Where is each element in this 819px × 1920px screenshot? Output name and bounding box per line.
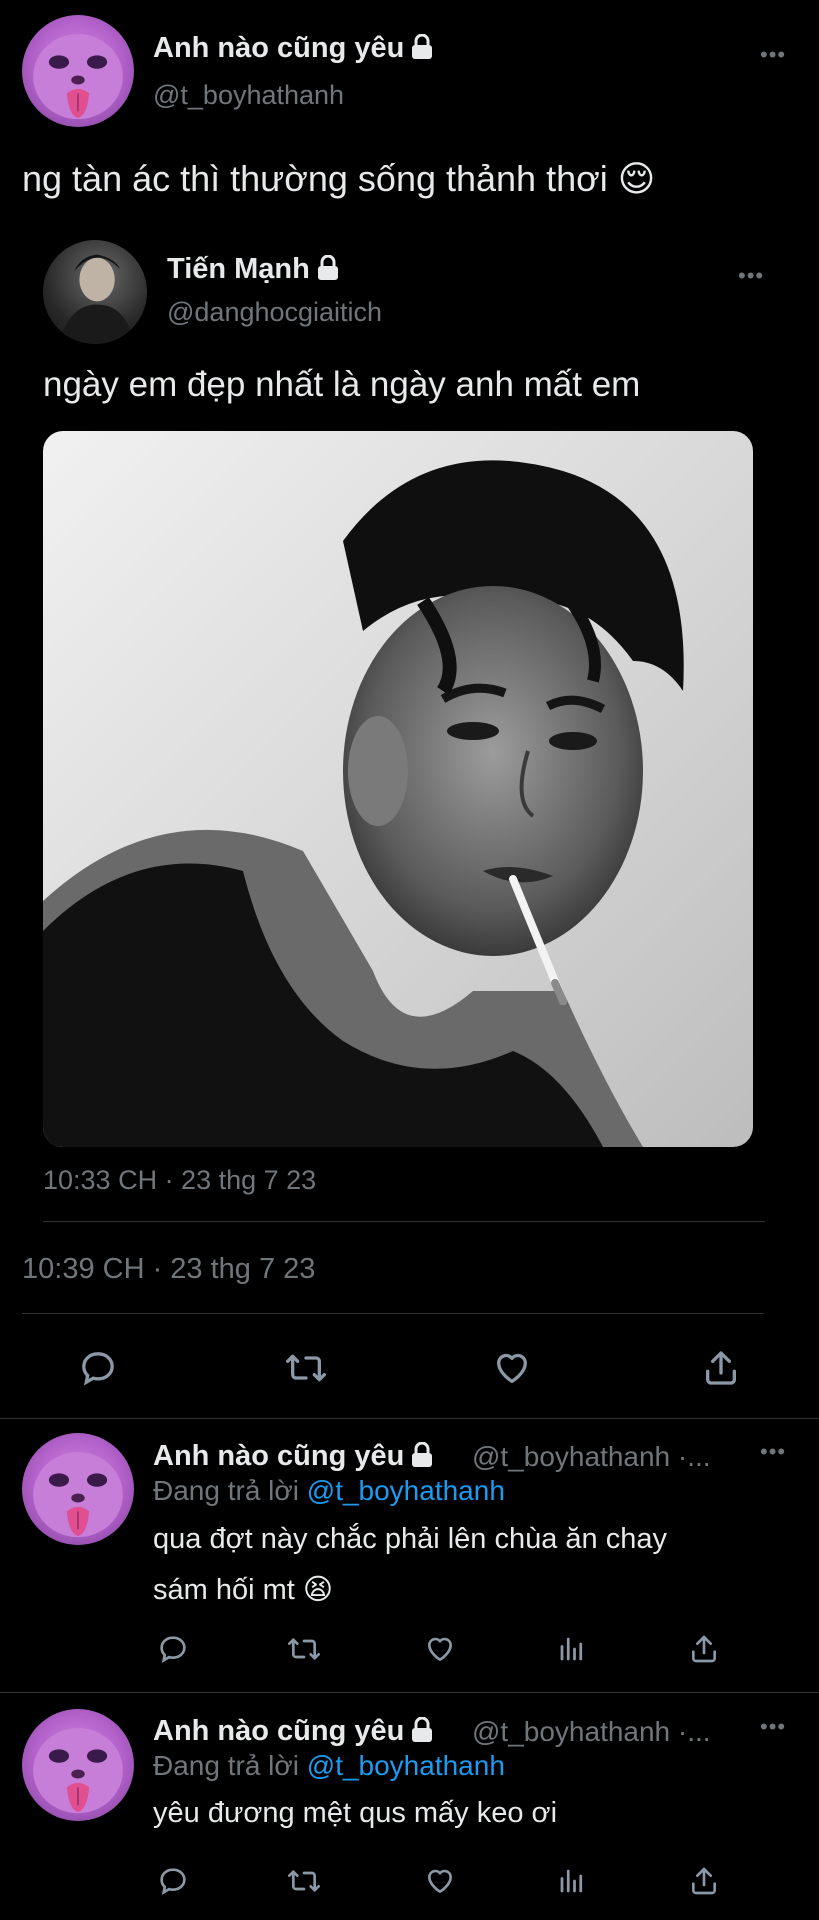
analytics-icon bbox=[560, 1637, 583, 1661]
quoted-tweet-text: ngày em đẹp nhất là ngày anh mất em bbox=[43, 365, 641, 404]
user-handle[interactable]: @t_boyhathanh ·... bbox=[472, 1441, 711, 1473]
replying-to: Đang trả lời @t_boyhathanh bbox=[153, 1750, 505, 1782]
avatar[interactable] bbox=[22, 15, 134, 127]
quoted-tweet-card[interactable]: Tiến Mạnh @danghocgiaitich ••• ngày em đ… bbox=[0, 225, 819, 1225]
user-handle[interactable]: @t_boyhathanh bbox=[153, 80, 344, 111]
reply-text: sám hối mt 😫 bbox=[153, 1574, 334, 1606]
lock-icon bbox=[316, 254, 340, 289]
more-options-button[interactable]: ••• bbox=[760, 1716, 786, 1738]
reply-button[interactable] bbox=[153, 1861, 193, 1901]
portrait-photo bbox=[43, 460, 684, 1147]
retweet-icon bbox=[288, 1638, 320, 1660]
retweet-button[interactable] bbox=[284, 1629, 324, 1669]
display-name[interactable]: Anh nào cũng yêu bbox=[153, 32, 434, 68]
heart-icon bbox=[428, 1637, 452, 1661]
quoted-display-name[interactable]: Tiến Mạnh bbox=[167, 253, 340, 289]
avatar[interactable] bbox=[22, 1433, 134, 1545]
more-options-button[interactable]: ••• bbox=[760, 44, 786, 66]
share-icon bbox=[692, 1867, 716, 1895]
display-name[interactable]: Anh nào cũng yêu bbox=[153, 1440, 434, 1476]
display-name[interactable]: Anh nào cũng yêu bbox=[153, 1715, 434, 1751]
like-button[interactable] bbox=[484, 1340, 540, 1396]
quoted-timestamp[interactable]: 10:33 CH · 23 thg 7 23 bbox=[43, 1165, 316, 1196]
reply-text: yêu đương mệt qus mấy keo ơi bbox=[153, 1797, 558, 1829]
replying-to-label: Đang trả lời bbox=[153, 1750, 299, 1781]
lock-icon bbox=[410, 33, 434, 68]
views-button[interactable] bbox=[552, 1629, 592, 1669]
share-button[interactable] bbox=[693, 1340, 749, 1396]
reply-tweet[interactable]: Anh nào cũng yêu @t_boyhathanh ·... ••• … bbox=[0, 1419, 819, 1691]
heart-icon bbox=[497, 1353, 527, 1383]
divider bbox=[22, 1313, 764, 1314]
quoted-divider bbox=[43, 1221, 765, 1222]
reply-icon bbox=[160, 1868, 186, 1895]
tweet-photo[interactable] bbox=[43, 431, 753, 1147]
display-name-text: Anh nào cũng yêu bbox=[153, 1715, 405, 1747]
reply-tweet[interactable]: Anh nào cũng yêu @t_boyhathanh ·... ••• … bbox=[0, 1693, 819, 1920]
views-button[interactable] bbox=[552, 1861, 592, 1901]
display-name-text: Anh nào cũng yêu bbox=[153, 1440, 405, 1472]
heart-icon bbox=[428, 1869, 452, 1893]
user-handle[interactable]: @t_boyhathanh ·... bbox=[472, 1716, 711, 1748]
reply-text: qua đợt này chắc phải lên chùa ăn chay bbox=[153, 1523, 667, 1555]
lock-icon bbox=[410, 1441, 434, 1476]
display-name-text: Anh nào cũng yêu bbox=[153, 32, 405, 64]
replying-to-label: Đang trả lời bbox=[153, 1475, 299, 1506]
retweet-button[interactable] bbox=[278, 1340, 334, 1396]
like-button[interactable] bbox=[420, 1861, 460, 1901]
lock-icon bbox=[410, 1716, 434, 1751]
replying-to-link[interactable]: @t_boyhathanh bbox=[307, 1750, 505, 1781]
share-icon bbox=[692, 1635, 716, 1663]
tweet-text: ng tàn ác thì thường sống thảnh thơi 😌 bbox=[22, 158, 656, 199]
share-button[interactable] bbox=[684, 1629, 724, 1669]
quoted-user-handle[interactable]: @danghocgiaitich bbox=[167, 297, 382, 328]
reply-icon bbox=[160, 1636, 186, 1663]
replying-to-link[interactable]: @t_boyhathanh bbox=[307, 1475, 505, 1506]
retweet-icon bbox=[285, 1354, 326, 1382]
share-button[interactable] bbox=[684, 1861, 724, 1901]
reply-icon bbox=[82, 1352, 114, 1386]
like-button[interactable] bbox=[420, 1629, 460, 1669]
retweet-button[interactable] bbox=[284, 1861, 324, 1901]
more-options-button[interactable]: ••• bbox=[760, 1441, 786, 1463]
analytics-icon bbox=[560, 1869, 583, 1893]
retweet-icon bbox=[288, 1870, 320, 1892]
quoted-display-name-text: Tiến Mạnh bbox=[167, 253, 310, 285]
avatar[interactable] bbox=[22, 1709, 134, 1821]
replying-to: Đang trả lời @t_boyhathanh bbox=[153, 1475, 505, 1507]
reply-button[interactable] bbox=[153, 1629, 193, 1669]
quoted-more-options-button[interactable]: ••• bbox=[738, 265, 764, 287]
share-icon bbox=[706, 1351, 736, 1385]
reply-button[interactable] bbox=[70, 1340, 126, 1396]
quoted-avatar bbox=[43, 240, 147, 344]
tweet-timestamp[interactable]: 10:39 CH · 23 thg 7 23 bbox=[22, 1253, 315, 1286]
